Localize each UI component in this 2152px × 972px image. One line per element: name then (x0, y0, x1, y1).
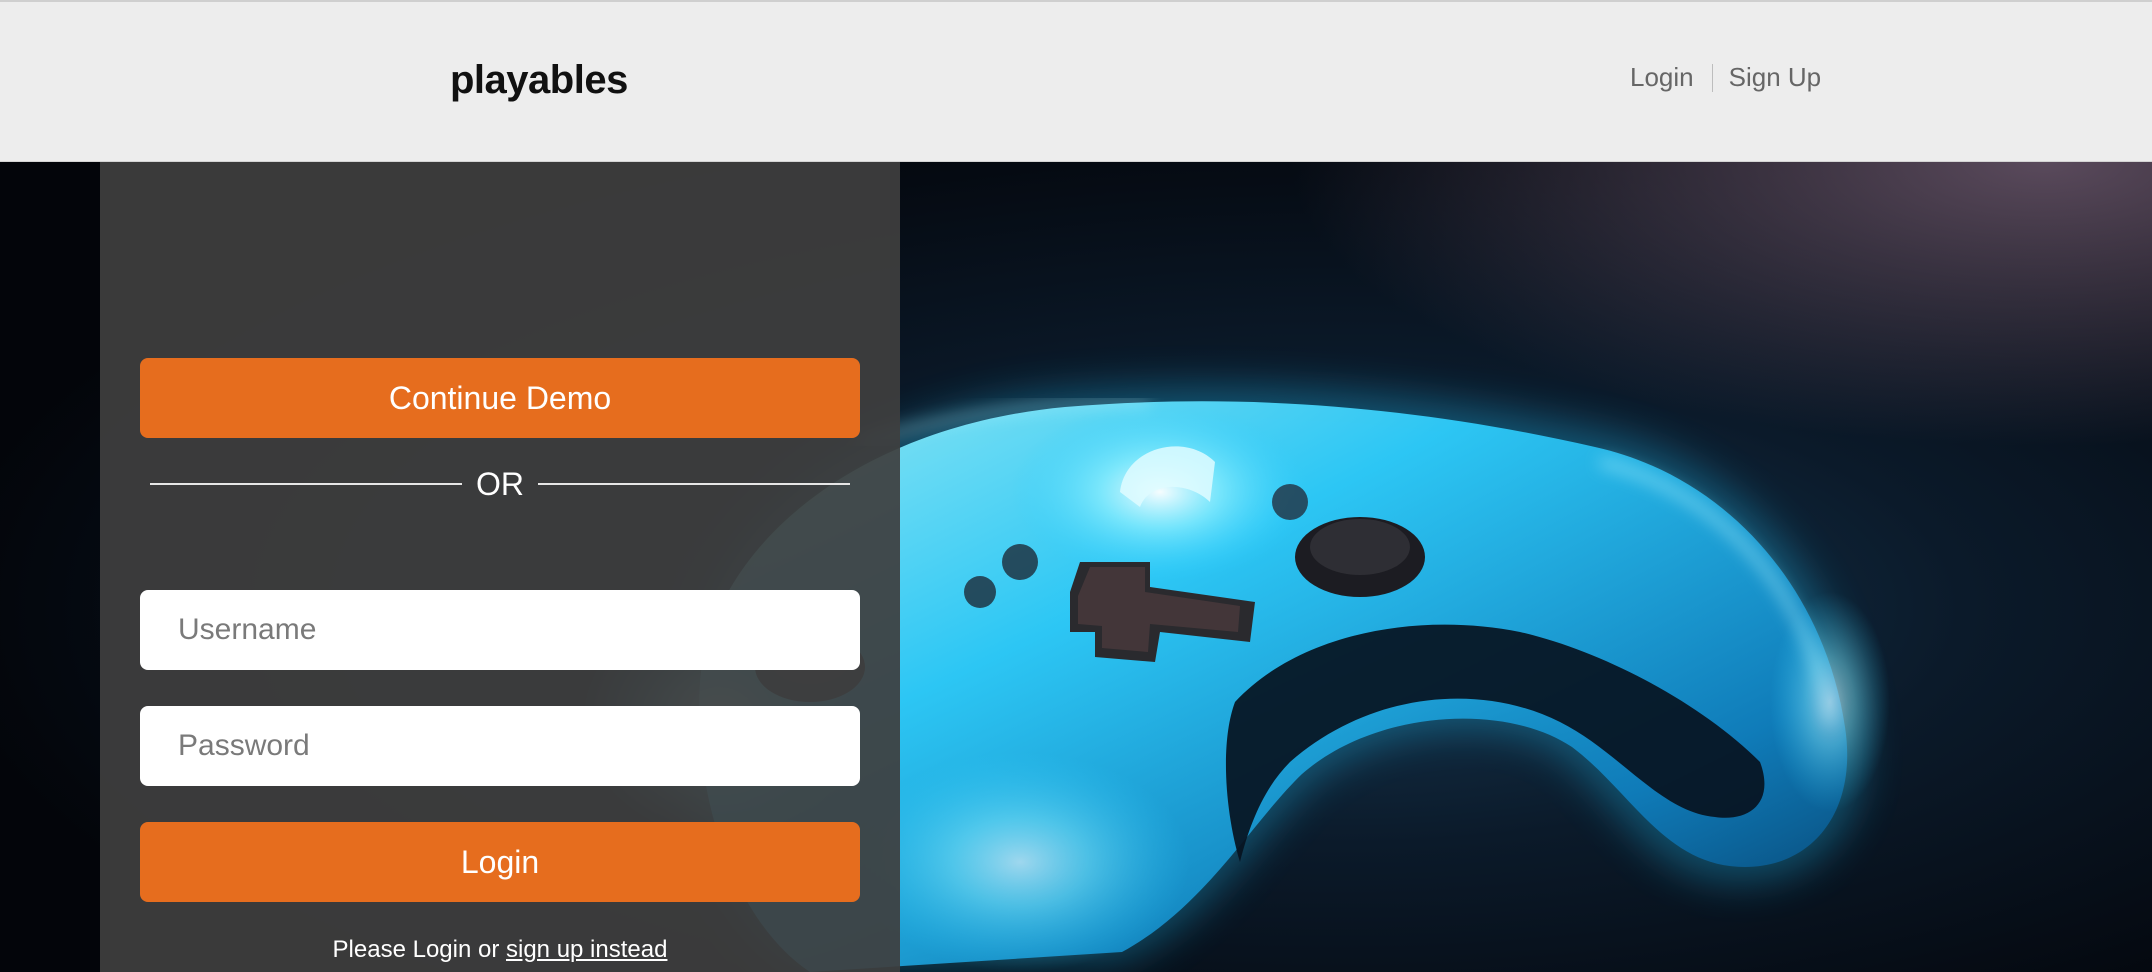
nav-signup-link[interactable]: Sign Up (1729, 62, 1822, 93)
continue-demo-button[interactable]: Continue Demo (140, 358, 860, 438)
nav-login-link[interactable]: Login (1630, 62, 1694, 93)
brand-logo[interactable]: playables (450, 58, 628, 103)
divider-line-right (538, 483, 850, 485)
divider-line-left (150, 483, 462, 485)
signup-hint-text: Please Login or (332, 936, 506, 963)
nav-divider (1711, 63, 1713, 92)
username-input[interactable] (140, 590, 860, 670)
or-divider-text: OR (476, 465, 524, 502)
password-input[interactable] (140, 706, 860, 786)
login-button[interactable]: Login (140, 822, 860, 902)
top-header: playables Login Sign Up (0, 0, 2152, 162)
or-divider: OR (150, 462, 850, 506)
login-panel: Continue Demo OR Login Please Login or s… (100, 162, 900, 972)
signup-instead-link[interactable]: sign up instead (506, 936, 667, 963)
header-nav: Login Sign Up (1630, 62, 1821, 93)
signup-hint: Please Login or sign up instead (100, 936, 900, 964)
login-page: playables Login Sign Up Continue Demo OR… (0, 0, 2152, 972)
